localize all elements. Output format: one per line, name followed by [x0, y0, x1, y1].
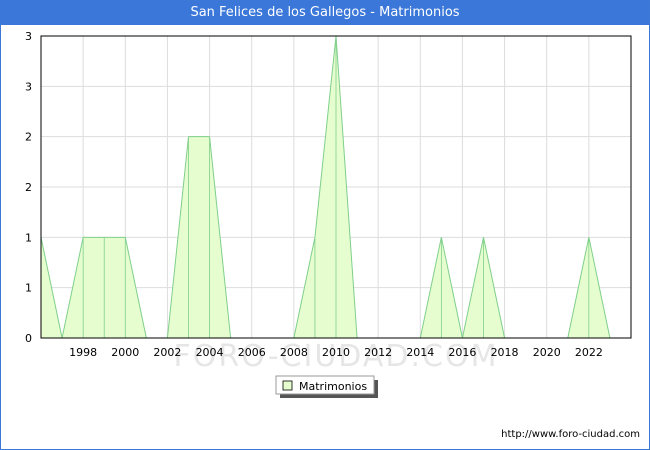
chart-canvas: FORO-CIUDAD.COM 0112233 1998 2000 2002 2004… [25, 30, 632, 398]
x-tick-label: 2000 [111, 346, 139, 359]
source-url: http://www.foro-ciudad.com [501, 429, 640, 440]
y-tick-label: 1 [25, 282, 32, 295]
x-tick-label: 2022 [575, 346, 603, 359]
x-tick-label: 2006 [238, 346, 266, 359]
area-segment [188, 136, 210, 338]
y-tick-label: 1 [25, 231, 32, 244]
y-tick-label: 2 [25, 131, 32, 144]
x-tick-label: 2002 [153, 346, 181, 359]
legend: Matrimonios [275, 375, 378, 398]
y-tick-label: 0 [25, 332, 32, 345]
area-segment [83, 237, 105, 338]
y-tick-labels: 0 1 1 2 2 3 3 [25, 30, 32, 345]
x-tick-labels: 1998 2000 2002 2004 2006 2008 2010 2012 2014 2016… [69, 346, 603, 359]
x-tick-label: 2014 [406, 346, 434, 359]
chart-window: San Felices de los Gallegos - Matrimonio… [0, 0, 650, 450]
x-tick-label: 2004 [196, 346, 224, 359]
legend-swatch [282, 380, 293, 391]
y-tick-label: 2 [25, 181, 32, 194]
legend-label: Matrimonios [299, 380, 367, 393]
x-tick-label: 2010 [322, 346, 350, 359]
x-tick-label: 2012 [364, 346, 392, 359]
x-tick-label: 2016 [448, 346, 476, 359]
x-tick-label: 1998 [69, 346, 97, 359]
x-tick-label: 2020 [533, 346, 561, 359]
y-tick-label: 3 [25, 30, 32, 43]
x-tick-label: 2018 [491, 346, 519, 359]
x-tick-label: 2008 [280, 346, 308, 359]
y-tick-label: 3 [25, 80, 32, 93]
area-segment [104, 237, 126, 338]
